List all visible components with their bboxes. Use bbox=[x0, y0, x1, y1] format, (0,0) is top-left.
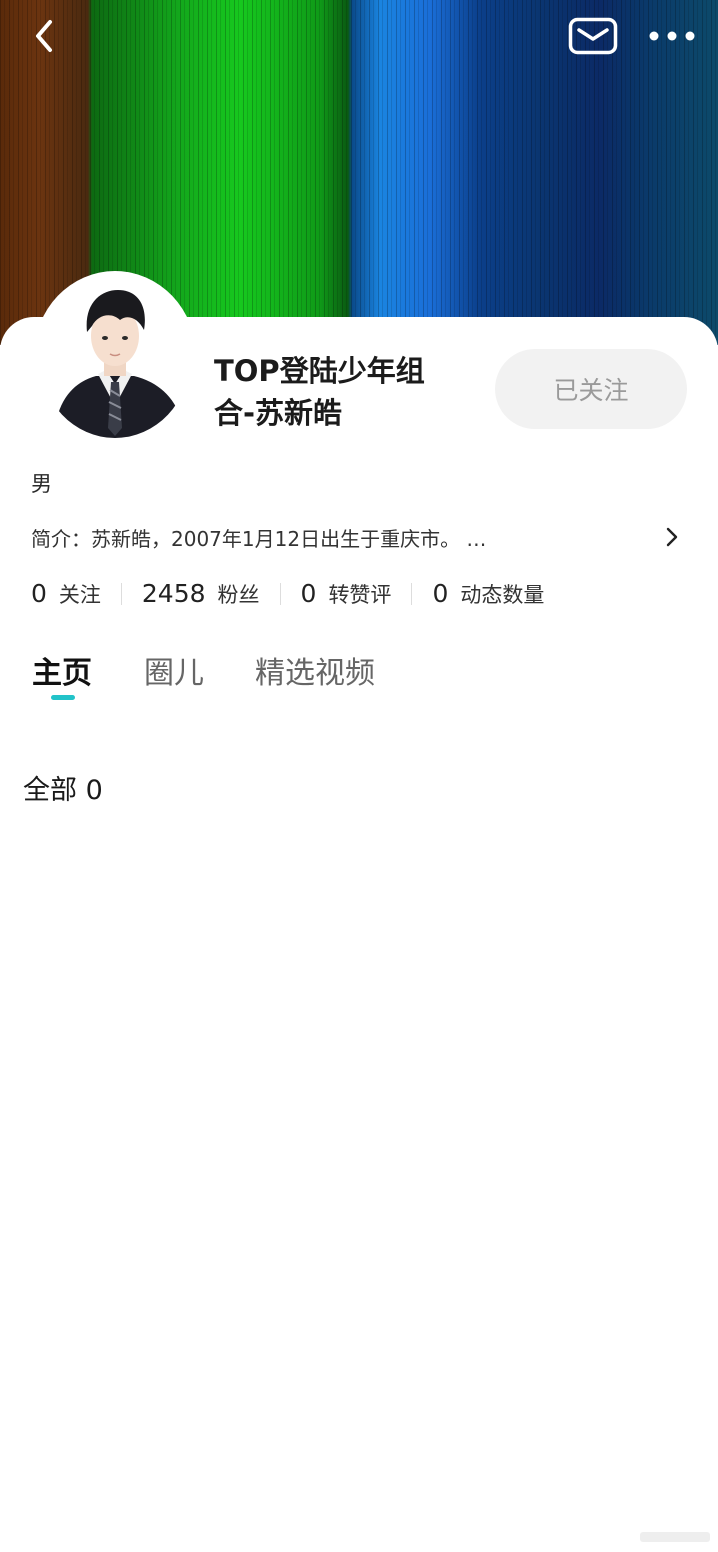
nickname-line-1: TOP登陆少年组 bbox=[214, 354, 425, 388]
stat-posts[interactable]: 0 动态数量 bbox=[432, 579, 544, 609]
message-button[interactable] bbox=[568, 17, 618, 55]
active-tab-indicator bbox=[51, 695, 75, 700]
gender-label: 男 bbox=[31, 472, 52, 496]
profile-stats: 0 关注 2458 粉丝 0 转赞评 0 动态数量 bbox=[31, 574, 544, 614]
stat-value: 0 bbox=[432, 579, 449, 608]
chevron-left-icon bbox=[36, 20, 52, 52]
stat-divider bbox=[279, 583, 281, 605]
stat-divider bbox=[120, 583, 122, 605]
watermark-logo bbox=[640, 1532, 710, 1542]
stat-label: 转赞评 bbox=[328, 583, 392, 607]
avatar-portrait-image bbox=[40, 278, 190, 438]
avatar[interactable] bbox=[40, 278, 190, 438]
stat-fans[interactable]: 2458 粉丝 bbox=[142, 579, 260, 609]
stat-label: 动态数量 bbox=[460, 583, 545, 607]
top-bar bbox=[0, 0, 718, 72]
profile-nickname: TOP登陆少年组 合-苏新皓 bbox=[214, 350, 464, 434]
following-button[interactable]: 已关注 bbox=[495, 349, 687, 429]
more-options-button[interactable] bbox=[644, 18, 700, 54]
stat-label: 关注 bbox=[58, 583, 101, 607]
intro-row[interactable]: 简介：苏新皓，2007年1月12日出生于重庆市。 … bbox=[31, 520, 691, 556]
ellipsis-icon bbox=[649, 31, 695, 41]
stat-value: 0 bbox=[300, 579, 317, 608]
tab-circle[interactable]: 圈儿 bbox=[144, 652, 204, 696]
stat-label: 粉丝 bbox=[217, 583, 260, 607]
stat-divider bbox=[411, 583, 413, 605]
envelope-icon bbox=[568, 17, 618, 55]
nickname-line-2: 合-苏新皓 bbox=[214, 396, 343, 430]
intro-text: 简介：苏新皓，2007年1月12日出生于重庆市。 … bbox=[31, 527, 487, 551]
tab-home[interactable]: 主页 bbox=[32, 652, 92, 696]
back-button[interactable] bbox=[26, 14, 66, 58]
stat-value: 2458 bbox=[141, 579, 206, 608]
profile-card bbox=[0, 317, 718, 1552]
stat-value: 0 bbox=[31, 579, 47, 608]
stat-following[interactable]: 0 关注 bbox=[31, 579, 101, 609]
chevron-right-icon bbox=[666, 527, 678, 547]
stat-likes[interactable]: 0 转赞评 bbox=[301, 579, 392, 609]
tab-featured-videos[interactable]: 精选视频 bbox=[255, 652, 375, 696]
all-posts-count[interactable]: 全部 0 bbox=[23, 768, 103, 807]
